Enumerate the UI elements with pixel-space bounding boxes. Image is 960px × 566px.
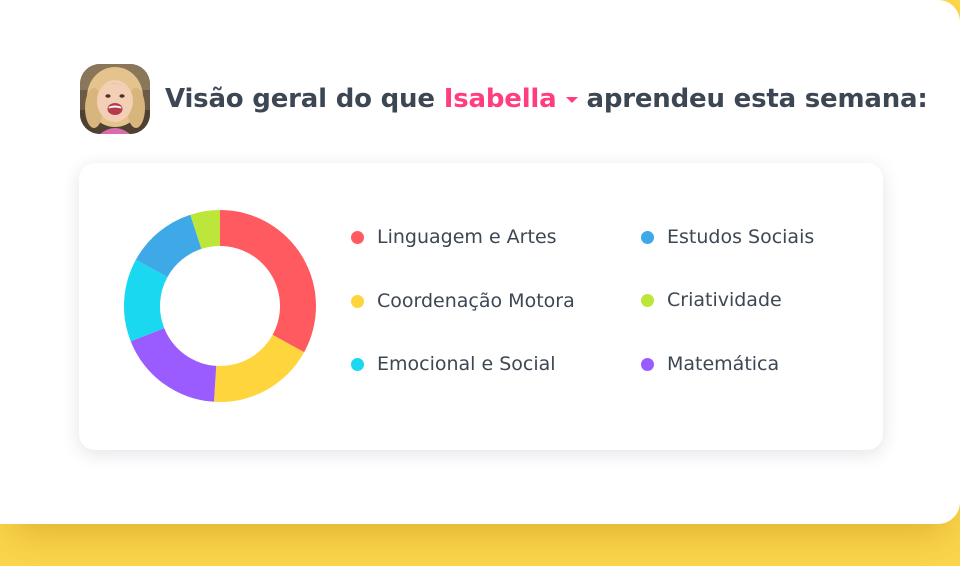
donut-slice: [130, 328, 217, 402]
title-prefix: Visão geral do que: [165, 84, 435, 114]
legend-item: Matemática: [641, 353, 779, 375]
title-suffix: aprendeu esta semana:: [586, 84, 928, 114]
child-selector-dropdown[interactable]: Isabella: [444, 84, 578, 114]
legend-label: Matemática: [667, 353, 780, 375]
legend-dot: [641, 357, 654, 371]
overview-card: Visão geral do que Isabella aprendeu est…: [0, 0, 960, 524]
child-name: Isabella: [443, 84, 557, 114]
legend-label: Emocional e Social: [377, 353, 556, 375]
page-title: Visão geral do que Isabella aprendeu est…: [165, 84, 928, 114]
donut-slice: [213, 334, 305, 402]
avatar: [80, 64, 150, 134]
legend-label: Linguagem e Artes: [377, 226, 557, 248]
learning-chart-card: Linguagem e Artes Coordenação Motora Emo…: [79, 163, 883, 450]
legend-label: Coordenação Motora: [377, 290, 575, 312]
legend-item: Coordenação Motora: [351, 290, 575, 312]
chart-legend: Linguagem e Artes Coordenação Motora Emo…: [351, 226, 851, 386]
legend-item: Emocional e Social: [351, 353, 556, 375]
legend-dot: [351, 357, 364, 371]
legend-item: Criatividade: [641, 289, 782, 311]
legend-item: Linguagem e Artes: [351, 226, 557, 248]
legend-label: Estudos Sociais: [667, 226, 815, 248]
legend-item: Estudos Sociais: [641, 226, 814, 248]
legend-label: Criatividade: [667, 289, 782, 311]
caret-down-icon: [565, 97, 578, 103]
overview-header: Visão geral do que Isabella aprendeu est…: [80, 64, 928, 134]
legend-dot: [351, 230, 364, 244]
child-avatar-photo: [80, 64, 150, 134]
legend-dot: [641, 230, 654, 244]
donut-chart: [124, 210, 316, 402]
legend-dot: [351, 294, 364, 308]
legend-dot: [641, 293, 654, 307]
donut-slice: [220, 210, 316, 353]
